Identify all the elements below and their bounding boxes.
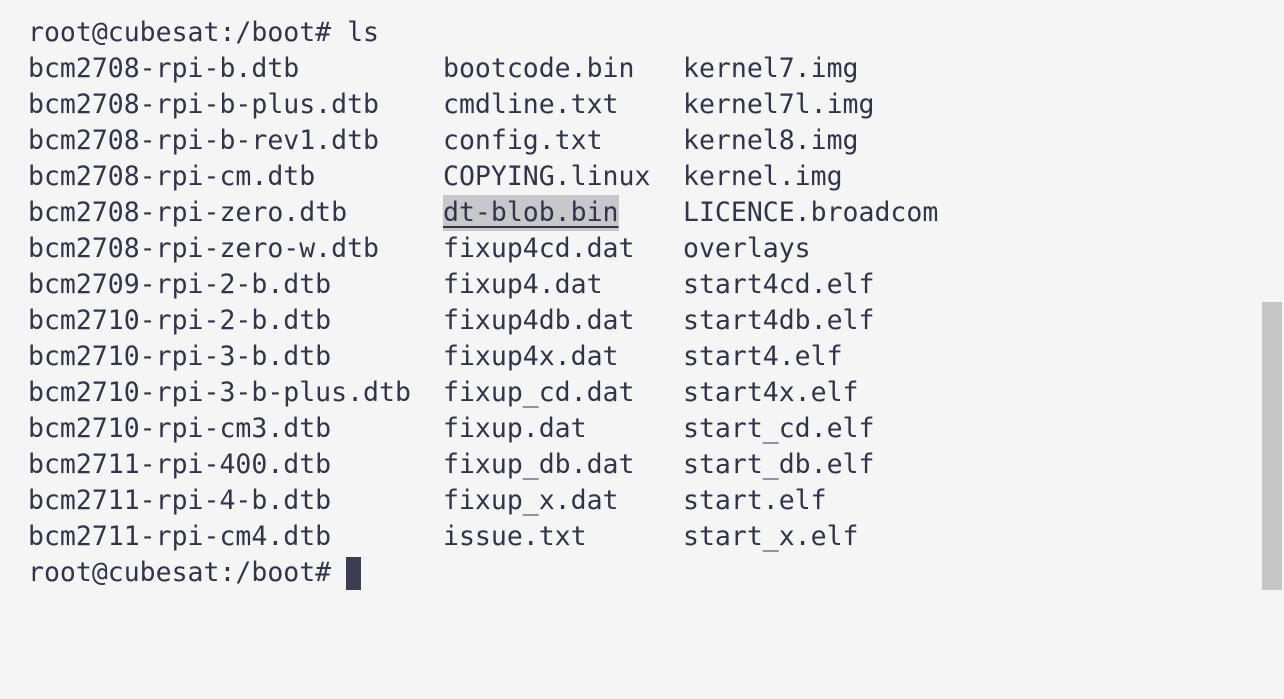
file-entry[interactable]: bcm2708-rpi-b-plus.dtb <box>28 87 379 123</box>
file-entry[interactable]: start4x.elf <box>683 375 859 411</box>
file-entry[interactable]: bcm2708-rpi-b-rev1.dtb <box>28 123 379 159</box>
file-entry[interactable]: LICENCE.broadcom <box>683 195 938 231</box>
file-entry[interactable]: bcm2711-rpi-cm4.dtb <box>28 519 331 555</box>
file-entry-selected[interactable]: dt-blob.bin <box>443 195 619 231</box>
file-entry[interactable]: bootcode.bin <box>443 51 634 87</box>
file-entry[interactable]: config.txt <box>443 123 603 159</box>
file-entry[interactable]: fixup4x.dat <box>443 339 619 375</box>
file-entry[interactable]: bcm2708-rpi-cm.dtb <box>28 159 315 195</box>
scrollbar-thumb[interactable] <box>1262 302 1282 590</box>
file-entry[interactable]: bcm2710-rpi-2-b.dtb <box>28 303 331 339</box>
file-entry[interactable]: start_cd.elf <box>683 411 874 447</box>
file-entry[interactable]: fixup_db.dat <box>443 447 634 483</box>
file-entry[interactable]: start_db.elf <box>683 447 874 483</box>
command-line: root@cubesat:/boot# ls <box>28 17 379 48</box>
file-entry[interactable]: kernel7.img <box>683 51 859 87</box>
file-entry[interactable]: bcm2710-rpi-3-b.dtb <box>28 339 331 375</box>
file-entry[interactable]: start.elf <box>683 483 827 519</box>
file-entry[interactable]: fixup4cd.dat <box>443 231 634 267</box>
prompt: root@cubesat:/boot# <box>28 557 332 588</box>
file-entry[interactable]: kernel8.img <box>683 123 859 159</box>
file-entry[interactable]: fixup.dat <box>443 411 587 447</box>
file-entry[interactable]: start_x.elf <box>683 519 859 555</box>
file-entry[interactable]: bcm2708-rpi-zero.dtb <box>28 195 347 231</box>
file-entry[interactable]: fixup_cd.dat <box>443 375 634 411</box>
file-entry[interactable]: overlays <box>683 231 811 267</box>
file-entry[interactable]: bcm2711-rpi-4-b.dtb <box>28 483 331 519</box>
file-entry[interactable]: fixup4db.dat <box>443 303 634 339</box>
file-entry[interactable]: start4db.elf <box>683 303 874 339</box>
file-entry[interactable]: bcm2708-rpi-b.dtb <box>28 51 299 87</box>
file-entry[interactable]: bcm2709-rpi-2-b.dtb <box>28 267 331 303</box>
file-entry[interactable]: bcm2708-rpi-zero-w.dtb <box>28 231 379 267</box>
file-entry[interactable]: kernel7l.img <box>683 87 874 123</box>
text-cursor <box>346 557 361 590</box>
prompt-line[interactable]: root@cubesat:/boot# <box>28 555 361 591</box>
file-entry[interactable]: bcm2711-rpi-400.dtb <box>28 447 331 483</box>
file-entry[interactable]: start4.elf <box>683 339 843 375</box>
file-entry[interactable]: bcm2710-rpi-cm3.dtb <box>28 411 331 447</box>
file-entry[interactable]: cmdline.txt <box>443 87 619 123</box>
file-entry[interactable]: bcm2710-rpi-3-b-plus.dtb <box>28 375 411 411</box>
file-entry[interactable]: start4cd.elf <box>683 267 874 303</box>
terminal-window[interactable]: root@cubesat:/boot# ls bcm2708-rpi-b.dtb… <box>0 0 1284 590</box>
file-entry[interactable]: fixup4.dat <box>443 267 603 303</box>
file-entry[interactable]: COPYING.linux <box>443 159 650 195</box>
scrollbar[interactable] <box>1260 0 1284 590</box>
file-entry[interactable]: fixup_x.dat <box>443 483 619 519</box>
file-entry[interactable]: kernel.img <box>683 159 843 195</box>
file-entry[interactable]: issue.txt <box>443 519 587 555</box>
